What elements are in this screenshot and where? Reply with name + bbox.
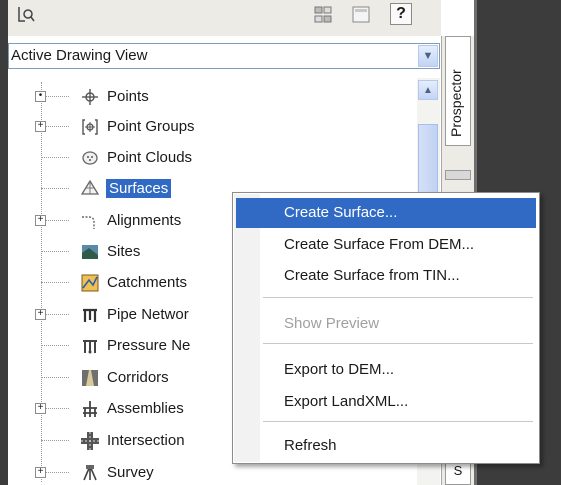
tree-item-label: Catchments [107, 274, 188, 291]
tree-item-label: Sites [107, 243, 141, 260]
point-groups-icon [80, 117, 100, 137]
tree-item-point-clouds[interactable]: Point Clouds [41, 146, 416, 170]
tree-item-label: Point Groups [107, 118, 195, 135]
menu-item-label: Create Surface... [284, 204, 398, 221]
expand-icon[interactable]: + [35, 309, 46, 320]
tree-branch-line [41, 251, 69, 252]
panel-icon[interactable] [351, 4, 371, 30]
help-button[interactable]: ? [390, 3, 412, 25]
scroll-up-icon[interactable]: ▲ [418, 80, 438, 100]
view-selector-value: Active Drawing View [11, 47, 148, 64]
tree-branch-line [41, 282, 69, 283]
menu-separator [263, 421, 533, 422]
catchments-icon [80, 273, 100, 293]
menu-item-create-surface-from-tin[interactable]: Create Surface from TIN... [236, 261, 536, 291]
menu-item-show-preview: Show Preview [236, 309, 536, 339]
points-icon [80, 87, 100, 107]
surfaces-icon [80, 179, 100, 199]
tree-item-label: Assemblies [107, 400, 184, 417]
tree-item-point-groups[interactable]: + Point Groups [35, 115, 416, 139]
tree-branch-line [41, 345, 69, 346]
survey-icon [80, 463, 100, 483]
menu-item-refresh[interactable]: Refresh [236, 431, 536, 461]
menu-item-label: Refresh [284, 437, 337, 454]
menu-item-export-to-dem[interactable]: Export to DEM... [236, 355, 536, 385]
tree-item-label: Pipe Networ [107, 306, 189, 323]
menu-item-export-landxml[interactable]: Export LandXML... [236, 387, 536, 417]
assemblies-icon [80, 399, 100, 419]
expand-icon[interactable]: + [35, 467, 46, 478]
expand-icon[interactable]: + [35, 403, 46, 414]
tree-item-label: Survey [107, 464, 154, 481]
tree-branch-line [41, 188, 69, 189]
tab-settings[interactable]: S [445, 462, 471, 485]
menu-item-label: Export LandXML... [284, 393, 409, 410]
menu-item-create-surface[interactable]: Create Surface... [236, 198, 536, 228]
item-view-icon[interactable] [313, 4, 333, 30]
chevron-down-icon[interactable]: ▼ [418, 45, 438, 67]
tree-branch-line [41, 157, 69, 158]
tree-item-points[interactable]: • Points [35, 85, 416, 109]
menu-item-label: Create Surface From DEM... [284, 236, 475, 253]
menu-item-create-surface-from-dem[interactable]: Create Surface From DEM... [236, 230, 536, 260]
context-menu: Create Surface... Create Surface From DEM… [232, 192, 540, 464]
tree-item-label: Corridors [107, 369, 169, 386]
tree-item-label: Alignments [107, 212, 182, 229]
tree-branch-line [41, 377, 69, 378]
menu-separator [263, 297, 533, 298]
tree-item-label: Point Clouds [107, 149, 193, 166]
intersections-icon [80, 431, 100, 451]
pressure-networks-icon [80, 336, 100, 356]
ql-icon[interactable] [16, 4, 36, 30]
tree-branch-line [41, 440, 69, 441]
side-tab-separator [445, 170, 471, 180]
menu-item-label: Export to DEM... [284, 361, 395, 378]
alignments-icon [80, 211, 100, 231]
tab-prospector[interactable]: Prospector [445, 36, 471, 146]
expand-icon[interactable]: + [35, 215, 46, 226]
tree-item-label: Points [107, 88, 149, 105]
prospector-toolbar: ? [8, 0, 441, 36]
tree-item-survey[interactable]: + Survey [35, 461, 416, 485]
node-dot-icon[interactable]: • [35, 91, 46, 102]
tab-prospector-label: Prospector [448, 69, 464, 137]
tree-item-label: Intersection [107, 432, 185, 449]
view-selector-dropdown[interactable]: Active Drawing View ▼ [8, 43, 440, 69]
expand-icon[interactable]: + [35, 121, 46, 132]
menu-item-label: Create Surface from TIN... [284, 267, 460, 284]
tree-item-label: Surfaces [106, 179, 172, 198]
tab-settings-label: S [453, 463, 463, 478]
scroll-thumb[interactable] [418, 124, 438, 194]
menu-separator [263, 343, 533, 344]
pipe-networks-icon [80, 305, 100, 325]
corridors-icon [80, 368, 100, 388]
window-frame-left [0, 0, 8, 485]
tree-item-label: Pressure Ne [107, 337, 191, 354]
menu-item-label: Show Preview [284, 315, 380, 332]
point-clouds-icon [80, 148, 100, 168]
sites-icon [80, 242, 100, 262]
